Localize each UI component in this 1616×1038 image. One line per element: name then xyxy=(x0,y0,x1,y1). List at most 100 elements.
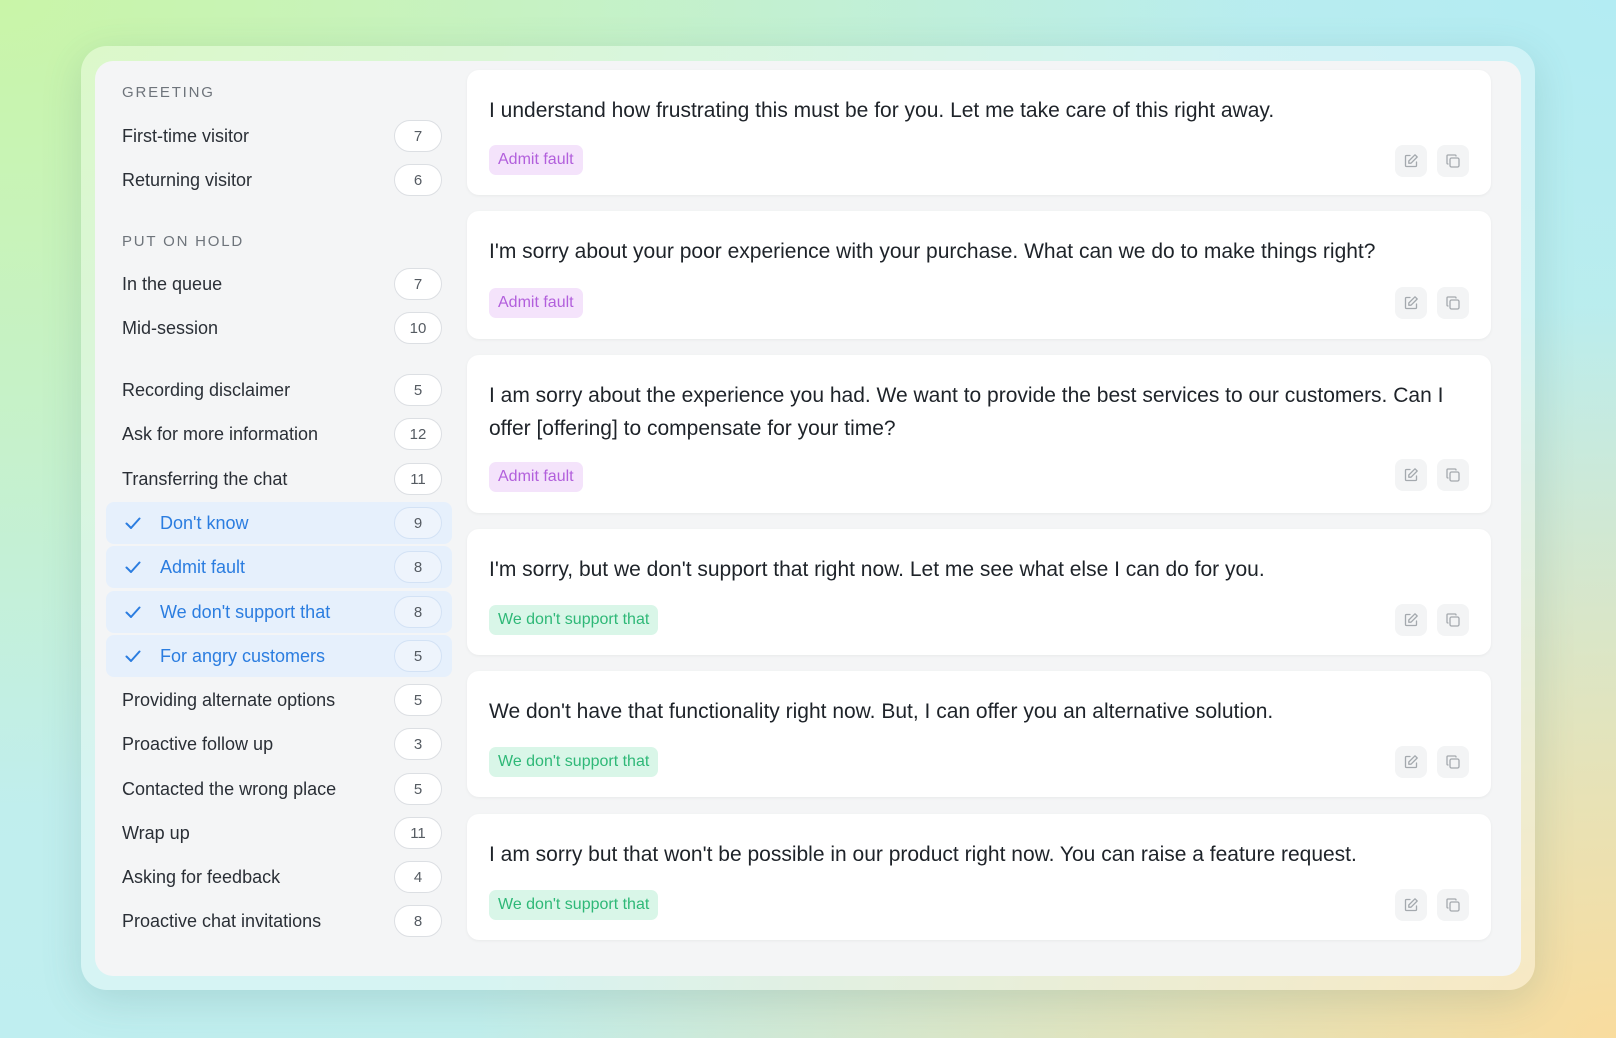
sidebar-item-label: Ask for more information xyxy=(122,423,319,444)
edit-icon xyxy=(1404,898,1418,912)
edit-icon xyxy=(1404,154,1418,168)
check-icon xyxy=(122,512,144,534)
edit-button[interactable] xyxy=(1395,287,1427,319)
count-badge: 9 xyxy=(394,507,442,539)
edit-button[interactable] xyxy=(1395,145,1427,177)
count-badge: 8 xyxy=(394,596,442,628)
category-sidebar: GREETING First-time visitor 7 Returning … xyxy=(95,61,465,976)
copy-button[interactable] xyxy=(1437,459,1469,491)
sidebar-item-label: In the queue xyxy=(122,273,223,294)
sidebar-item-label: We don't support that xyxy=(160,601,331,622)
sidebar-item-label: For angry customers xyxy=(160,645,326,666)
tag-badge: Admit fault xyxy=(489,145,583,175)
sidebar-item-we-dont-support-that[interactable]: We don't support that 8 xyxy=(106,591,452,633)
edit-icon xyxy=(1404,468,1418,482)
count-badge: 7 xyxy=(394,120,442,152)
sidebar-item-label: Returning visitor xyxy=(122,169,253,190)
response-text: I am sorry about the experience you had.… xyxy=(489,384,1444,440)
sidebar-item-label: Mid-session xyxy=(122,317,219,338)
tag-badge: We don't support that xyxy=(489,605,659,635)
copy-button[interactable] xyxy=(1437,889,1469,921)
copy-button[interactable] xyxy=(1437,287,1469,319)
count-badge: 4 xyxy=(394,861,442,893)
sidebar-item-admit-fault[interactable]: Admit fault 8 xyxy=(106,546,452,588)
response-card[interactable]: I understand how frustrating this must b… xyxy=(467,70,1491,195)
sidebar-item-label: Wrap up xyxy=(122,822,190,843)
tag-badge: We don't support that xyxy=(489,747,659,777)
response-card[interactable]: I am sorry but that won't be possible in… xyxy=(467,814,1491,940)
sidebar-item-returning-visitor[interactable]: Returning visitor 6 xyxy=(106,159,452,201)
count-badge: 5 xyxy=(394,773,442,805)
edit-button[interactable] xyxy=(1395,889,1427,921)
sidebar-item-contacted-the-wrong-place[interactable]: Contacted the wrong place 5 xyxy=(106,768,452,810)
tag-badge: Admit fault xyxy=(489,462,583,492)
copy-button[interactable] xyxy=(1437,746,1469,778)
response-card[interactable]: I am sorry about the experience you had.… xyxy=(467,355,1491,513)
copy-icon xyxy=(1446,154,1460,168)
tag-badge: Admit fault xyxy=(489,288,583,318)
edit-icon xyxy=(1404,755,1418,769)
sidebar-item-label: Don't know xyxy=(160,512,249,533)
copy-icon xyxy=(1446,613,1460,627)
sidebar-item-first-time-visitor[interactable]: First-time visitor 7 xyxy=(106,115,452,157)
sidebar-item-wrap-up[interactable]: Wrap up 11 xyxy=(106,812,452,854)
sidebar-item-mid-session[interactable]: Mid-session 10 xyxy=(106,307,452,349)
sidebar-item-providing-alternate-options[interactable]: Providing alternate options 5 xyxy=(106,679,452,721)
sidebar-item-dont-know[interactable]: Don't know 9 xyxy=(106,502,452,544)
sidebar-item-label: First-time visitor xyxy=(122,125,249,146)
sidebar-item-asking-for-feedback[interactable]: Asking for feedback 4 xyxy=(106,856,452,898)
response-card[interactable]: I'm sorry about your poor experience wit… xyxy=(467,211,1491,339)
copy-button[interactable] xyxy=(1437,145,1469,177)
copy-icon xyxy=(1446,755,1460,769)
count-badge: 12 xyxy=(394,418,442,450)
section-title-greeting: GREETING xyxy=(122,84,215,101)
response-text: I'm sorry, but we don't support that rig… xyxy=(489,558,1265,581)
response-text: We don't have that functionality right n… xyxy=(489,700,1274,723)
sidebar-item-label: Contacted the wrong place xyxy=(122,778,337,799)
sidebar-item-in-the-queue[interactable]: In the queue 7 xyxy=(106,263,452,305)
sidebar-item-for-angry-customers[interactable]: For angry customers 5 xyxy=(106,635,452,677)
copy-icon xyxy=(1446,468,1460,482)
sidebar-item-label: Proactive chat invitations xyxy=(122,910,322,931)
sidebar-item-label: Transferring the chat xyxy=(122,468,288,489)
count-badge: 8 xyxy=(394,551,442,583)
count-badge: 11 xyxy=(394,817,442,849)
count-badge: 5 xyxy=(394,640,442,672)
section-title-put-on-hold: PUT ON HOLD xyxy=(122,233,245,250)
edit-icon xyxy=(1404,613,1418,627)
count-badge: 11 xyxy=(394,463,442,495)
check-icon xyxy=(122,601,144,623)
check-icon xyxy=(122,645,144,667)
check-icon xyxy=(122,556,144,578)
response-text: I understand how frustrating this must b… xyxy=(489,99,1275,122)
response-card[interactable]: I'm sorry, but we don't support that rig… xyxy=(467,529,1491,655)
copy-icon xyxy=(1446,296,1460,310)
response-text: I'm sorry about your poor experience wit… xyxy=(489,240,1376,263)
count-badge: 10 xyxy=(394,312,442,344)
count-badge: 3 xyxy=(394,728,442,760)
sidebar-item-label: Providing alternate options xyxy=(122,689,336,710)
sidebar-item-label: Recording disclaimer xyxy=(122,379,291,400)
responses-list: I understand how frustrating this must b… xyxy=(467,61,1521,976)
edit-button[interactable] xyxy=(1395,604,1427,636)
tag-badge: We don't support that xyxy=(489,890,659,920)
canned-responses-panel: GREETING First-time visitor 7 Returning … xyxy=(95,61,1521,976)
count-badge: 7 xyxy=(394,268,442,300)
sidebar-item-label: Asking for feedback xyxy=(122,866,281,887)
response-card[interactable]: We don't have that functionality right n… xyxy=(467,671,1491,797)
edit-button[interactable] xyxy=(1395,459,1427,491)
sidebar-item-label: Proactive follow up xyxy=(122,733,274,754)
copy-button[interactable] xyxy=(1437,604,1469,636)
edit-button[interactable] xyxy=(1395,746,1427,778)
sidebar-item-ask-for-more-information[interactable]: Ask for more information 12 xyxy=(106,413,452,455)
sidebar-item-recording-disclaimer[interactable]: Recording disclaimer 5 xyxy=(106,369,452,411)
count-badge: 8 xyxy=(394,905,442,937)
copy-icon xyxy=(1446,898,1460,912)
edit-icon xyxy=(1404,296,1418,310)
sidebar-item-label: Admit fault xyxy=(160,556,246,577)
sidebar-item-proactive-chat-invitations[interactable]: Proactive chat invitations 8 xyxy=(106,900,452,942)
count-badge: 6 xyxy=(394,164,442,196)
sidebar-item-transferring-the-chat[interactable]: Transferring the chat 11 xyxy=(106,458,452,500)
sidebar-item-proactive-follow-up[interactable]: Proactive follow up 3 xyxy=(106,723,452,765)
count-badge: 5 xyxy=(394,374,442,406)
